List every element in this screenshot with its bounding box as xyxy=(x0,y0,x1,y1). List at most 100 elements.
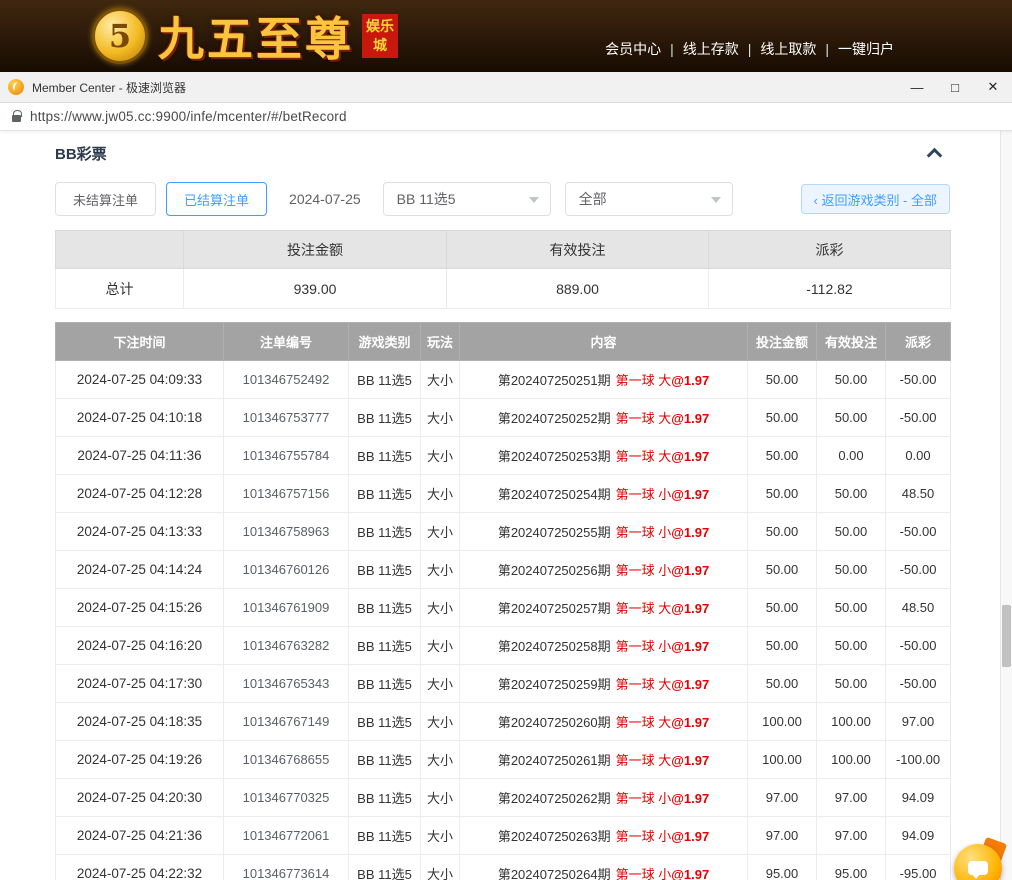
pick-text: 第一球 小 xyxy=(616,563,672,578)
chevron-down-icon xyxy=(529,197,539,203)
bet-amount: 95.00 xyxy=(748,855,817,880)
settled-bets-button[interactable]: 已结算注单 xyxy=(166,182,267,216)
game-category: BB 11选5 xyxy=(349,665,421,703)
game-category: BB 11选5 xyxy=(349,817,421,855)
date-filter[interactable]: 2024-07-25 xyxy=(289,191,361,207)
period-text: 第202407250253期 xyxy=(498,449,611,464)
bet-amount: 100.00 xyxy=(748,703,817,741)
table-row: 2024-07-25 04:13:33 101346758963 BB 11选5… xyxy=(56,513,951,551)
url-text[interactable]: https://www.jw05.cc:9900/infe/mcenter/#/… xyxy=(30,109,347,124)
payout: -50.00 xyxy=(886,513,951,551)
nav-member-center[interactable]: 会员中心 xyxy=(605,41,661,57)
period-text: 第202407250251期 xyxy=(498,373,611,388)
play-type: 大小 xyxy=(421,399,460,437)
table-row: 2024-07-25 04:20:30 101346770325 BB 11选5… xyxy=(56,779,951,817)
game-category: BB 11选5 xyxy=(349,627,421,665)
pick-text: 第一球 大 xyxy=(616,677,672,692)
bet-amount: 50.00 xyxy=(748,627,817,665)
bet-amount: 50.00 xyxy=(748,437,817,475)
nav-deposit[interactable]: 线上存款 xyxy=(683,41,739,57)
summary-header-bet-amount: 投注金额 xyxy=(184,231,447,269)
site-logo-badge: 娱乐城 xyxy=(362,14,398,58)
table-row: 2024-07-25 04:19:26 101346768655 BB 11选5… xyxy=(56,741,951,779)
valid-bet: 95.00 xyxy=(817,855,886,880)
order-id: 101346761909 xyxy=(224,589,349,627)
bet-content: 第202407250261期第一球 大@1.97 xyxy=(460,741,748,779)
play-type: 大小 xyxy=(421,513,460,551)
customer-service-button[interactable] xyxy=(954,844,1002,880)
play-type: 大小 xyxy=(421,627,460,665)
play-type: 大小 xyxy=(421,855,460,880)
pick-text: 第一球 大 xyxy=(616,449,672,464)
period-text: 第202407250257期 xyxy=(498,601,611,616)
bet-amount: 50.00 xyxy=(748,399,817,437)
pick-text: 第一球 小 xyxy=(616,525,672,540)
bet-amount: 50.00 xyxy=(748,513,817,551)
valid-bet: 97.00 xyxy=(817,779,886,817)
scope-select[interactable]: 全部 xyxy=(565,182,733,216)
nav-withdraw[interactable]: 线上取款 xyxy=(760,41,816,57)
bet-time: 2024-07-25 04:19:26 xyxy=(56,741,224,779)
unsettled-bets-button[interactable]: 未结算注单 xyxy=(55,182,156,216)
scrollbar[interactable] xyxy=(1000,103,1012,880)
bet-time: 2024-07-25 04:17:30 xyxy=(56,665,224,703)
table-row: 2024-07-25 04:17:30 101346765343 BB 11选5… xyxy=(56,665,951,703)
play-type: 大小 xyxy=(421,475,460,513)
scrollbar-thumb[interactable] xyxy=(1002,605,1011,667)
game-category: BB 11选5 xyxy=(349,703,421,741)
period-text: 第202407250260期 xyxy=(498,715,611,730)
table-row: 2024-07-25 04:21:36 101346772061 BB 11选5… xyxy=(56,817,951,855)
maximize-button[interactable]: □ xyxy=(936,72,974,103)
column-header-content: 内容 xyxy=(460,323,748,361)
payout: -50.00 xyxy=(886,399,951,437)
order-id: 101346763282 xyxy=(224,627,349,665)
site-logo[interactable]: 5 九五至尊 娱乐城 xyxy=(92,3,398,69)
play-type: 大小 xyxy=(421,551,460,589)
game-select[interactable]: BB 11选5 xyxy=(383,182,551,216)
payout: -50.00 xyxy=(886,627,951,665)
nav-one-key-transfer[interactable]: 一键归户 xyxy=(838,41,894,57)
close-button[interactable]: ✕ xyxy=(974,72,1012,103)
bet-record-table: 下注时间 注单编号 游戏类别 玩法 内容 投注金额 有效投注 派彩 2024-0… xyxy=(55,322,951,880)
pick-text: 第一球 小 xyxy=(616,487,672,502)
bet-amount: 50.00 xyxy=(748,589,817,627)
period-text: 第202407250259期 xyxy=(498,677,611,692)
table-row: 2024-07-25 04:09:33 101346752492 BB 11选5… xyxy=(56,361,951,399)
bet-content: 第202407250255期第一球 小@1.97 xyxy=(460,513,748,551)
nav-separator: | xyxy=(670,41,674,57)
pick-text: 第一球 大 xyxy=(616,601,672,616)
summary-valid-bet: 889.00 xyxy=(447,269,709,309)
payout: 48.50 xyxy=(886,589,951,627)
odds-text: @1.97 xyxy=(671,867,709,880)
payout: -95.00 xyxy=(886,855,951,880)
order-id: 101346757156 xyxy=(224,475,349,513)
address-bar[interactable]: https://www.jw05.cc:9900/infe/mcenter/#/… xyxy=(0,103,1012,131)
window-controls: — □ ✕ xyxy=(898,72,1012,103)
odds-text: @1.97 xyxy=(671,715,709,730)
pick-text: 第一球 小 xyxy=(616,867,672,880)
bet-content: 第202407250262期第一球 小@1.97 xyxy=(460,779,748,817)
back-to-game-category-button[interactable]: ‹ 返回游戏类别 - 全部 xyxy=(801,184,951,214)
game-category: BB 11选5 xyxy=(349,399,421,437)
odds-text: @1.97 xyxy=(671,449,709,464)
site-header: 5 九五至尊 娱乐城 会员中心|线上存款|线上取款|一键归户 xyxy=(0,0,1012,72)
summary-table: 投注金额 有效投注 派彩 总计 939.00 889.00 -112.82 xyxy=(55,230,951,309)
play-type: 大小 xyxy=(421,437,460,475)
period-text: 第202407250255期 xyxy=(498,525,611,540)
bet-time: 2024-07-25 04:22:32 xyxy=(56,855,224,880)
pick-text: 第一球 大 xyxy=(616,715,672,730)
bet-amount: 97.00 xyxy=(748,779,817,817)
collapse-chevron-up-icon[interactable] xyxy=(927,148,943,164)
minimize-button[interactable]: — xyxy=(898,72,936,103)
pick-text: 第一球 大 xyxy=(616,373,672,388)
period-text: 第202407250262期 xyxy=(498,791,611,806)
payout: -100.00 xyxy=(886,741,951,779)
nav-separator: | xyxy=(825,41,829,57)
period-text: 第202407250258期 xyxy=(498,639,611,654)
bet-time: 2024-07-25 04:21:36 xyxy=(56,817,224,855)
filter-bar: 未结算注单 已结算注单 2024-07-25 BB 11选5 全部 ‹ 返回游戏… xyxy=(55,182,950,216)
table-row: 2024-07-25 04:12:28 101346757156 BB 11选5… xyxy=(56,475,951,513)
column-header-order-id: 注单编号 xyxy=(224,323,349,361)
valid-bet: 0.00 xyxy=(817,437,886,475)
play-type: 大小 xyxy=(421,589,460,627)
